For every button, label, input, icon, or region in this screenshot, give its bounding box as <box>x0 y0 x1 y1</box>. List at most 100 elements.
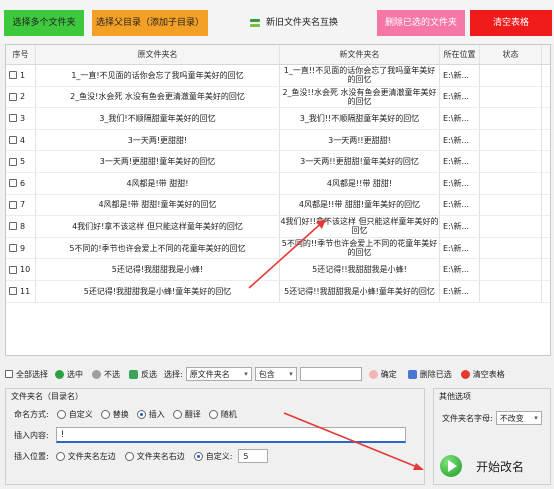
empty-cell <box>542 65 550 86</box>
radio-replace[interactable] <box>100 410 110 419</box>
radio-right-label: 文件夹名右边 <box>136 451 185 461</box>
custom-position-input[interactable]: 5 <box>238 449 269 463</box>
row-number: 3 <box>20 113 26 123</box>
row-checkbox[interactable] <box>9 136 17 145</box>
radio-custom[interactable] <box>56 410 66 419</box>
new-name-cell: 4风都是!!带 甜甜! <box>280 173 440 194</box>
folder-table[interactable]: 序号 原文件夹名 新文件夹名 所在位置 状态 1 1_一直!不见面的话你会忘了我吗… <box>5 44 551 356</box>
match-select[interactable]: 包含 ▾ <box>254 367 297 381</box>
radio-custom-pos-label: 自定义: <box>205 451 233 461</box>
other-options-title: 其他选项 <box>439 392 471 401</box>
select-parent-dir-button[interactable]: 选择父目录（添加子目录） <box>92 10 208 36</box>
field-select[interactable]: 原文件夹名 ▾ <box>185 367 252 381</box>
deselect-button[interactable]: 不选 <box>92 369 120 380</box>
insert-position-row: 插入位置: 文件夹名左边 文件夹名右边 自定义: 5 <box>14 449 269 463</box>
col-header-location[interactable]: 所在位置 <box>440 45 480 64</box>
table-row[interactable]: 2 2_鱼没!水会死 水没有鱼会更清澈童年美好的回忆 2_鱼没!!水会死 水没有鱼会… <box>6 86 550 109</box>
row-no-cell[interactable]: 2 <box>6 86 36 108</box>
table-row[interactable]: 9 5不同的!季节也许会爱上不同的花童年美好的回忆 5不同的!!季节也许会爱上不同的… <box>6 237 550 260</box>
row-checkbox[interactable] <box>9 157 17 166</box>
col-header-new[interactable]: 新文件夹名 <box>280 45 440 64</box>
col-header-orig[interactable]: 原文件夹名 <box>36 45 280 64</box>
row-no-cell[interactable]: 5 <box>6 151 36 172</box>
delete-selected-label: 删除已选 <box>419 369 452 379</box>
orig-name-cell: 4风都是!带 甜甜! <box>36 173 280 194</box>
select-checked-button[interactable]: 选中 <box>55 369 83 380</box>
table-row[interactable]: 5 3一天两!更甜甜!童年美好的回忆 3一天两!!更甜甜!童年美好的回忆 E:\新..… <box>6 151 550 173</box>
col-header-no[interactable]: 序号 <box>6 45 36 64</box>
select-folders-button[interactable]: 选择多个文件夹 <box>4 10 84 36</box>
row-no-cell[interactable]: 6 <box>6 173 36 194</box>
row-number: 5 <box>20 157 26 167</box>
new-name-cell: 1_一直!!不见面的话你会忘了我吗童年美好的回忆 <box>280 65 440 86</box>
row-no-cell[interactable]: 9 <box>6 237 36 259</box>
table-row[interactable]: 11 5还记得!我甜甜我是小蜂!童年美好的回忆 5还记得!!我甜甜我是小蜂!童年美好… <box>6 281 550 303</box>
swap-names-button[interactable]: 新旧文件夹名互换 <box>246 10 342 36</box>
row-no-cell[interactable]: 10 <box>6 259 36 280</box>
radio-translate[interactable] <box>172 410 182 419</box>
orig-name-cell: 3_我们!不顺隔甜童年美好的回忆 <box>36 108 280 129</box>
location-cell: E:\新... <box>440 65 480 86</box>
row-no-cell[interactable]: 11 <box>6 281 36 302</box>
orig-name-cell: 4风都是!带 甜甜!童年美好的回忆 <box>36 194 280 216</box>
row-checkbox[interactable] <box>9 265 17 274</box>
clear-table-button[interactable]: 清空表格 <box>470 10 552 36</box>
row-checkbox[interactable] <box>9 114 17 123</box>
start-rename-button[interactable]: 开始改名 <box>438 447 548 485</box>
radio-right[interactable] <box>124 451 134 461</box>
table-row[interactable]: 6 4风都是!带 甜甜! 4风都是!!带 甜甜! E:\新... <box>6 173 550 195</box>
status-cell <box>480 173 542 194</box>
letter-case-select[interactable]: 不改变 ▾ <box>495 411 542 425</box>
status-cell <box>480 151 542 172</box>
orig-name-cell: 2_鱼没!水会死 水没有鱼会更清澈童年美好的回忆 <box>36 86 280 108</box>
row-no-cell[interactable]: 3 <box>6 108 36 129</box>
row-checkbox[interactable] <box>9 179 17 188</box>
table-row[interactable]: 10 5还记得!我甜甜我是小蜂! 5还记得!!我甜甜我是小蜂! E:\新... <box>6 259 550 281</box>
radio-left[interactable] <box>55 451 65 461</box>
table-row[interactable]: 1 1_一直!不见面的话你会忘了我吗童年美好的回忆 1_一直!!不见面的话你会忘了我… <box>6 65 550 87</box>
empty-cell <box>542 108 550 129</box>
table-row[interactable]: 8 4我们好!拿不该这样 但只能这样童年美好的回忆 4我们好!!拿不该这样 但只能这… <box>6 216 550 238</box>
row-checkbox[interactable] <box>9 71 17 80</box>
orig-name-cell: 3一天两!更甜甜! <box>36 129 280 151</box>
row-checkbox[interactable] <box>9 244 17 253</box>
confirm-filter-button[interactable]: 确定 <box>368 369 397 380</box>
insert-position-label: 插入位置: <box>14 451 49 461</box>
row-checkbox[interactable] <box>9 287 17 296</box>
delete-selected-folders-button[interactable]: 删除已选的文件夹 <box>377 10 465 36</box>
radio-insert[interactable] <box>136 410 146 419</box>
select-all-checkbox[interactable]: 全部选择 <box>5 369 48 380</box>
filter-input[interactable] <box>299 367 362 381</box>
delete-selected-rows-button[interactable]: 删除已选 <box>407 369 452 380</box>
row-checkbox[interactable] <box>9 92 17 101</box>
row-no-cell[interactable]: 7 <box>6 194 36 216</box>
table-row[interactable]: 7 4风都是!带 甜甜!童年美好的回忆 4风都是!!带 甜甜!童年美好的回忆 E:\新… <box>6 194 550 217</box>
invert-selection-button[interactable]: 反选 <box>129 369 157 380</box>
row-no-cell[interactable]: 4 <box>6 129 36 151</box>
match-select-value: 包含 <box>258 369 275 379</box>
radio-random[interactable] <box>208 410 218 419</box>
new-name-cell: 3一天两!!更甜甜! <box>280 129 440 151</box>
col-header-status[interactable]: 状态 <box>480 45 542 64</box>
play-icon <box>440 455 462 477</box>
new-name-cell: 4我们好!!拿不该这样 但只能这样童年美好的回忆 <box>280 216 440 237</box>
insert-content-input[interactable]: ! <box>55 427 406 443</box>
status-cell <box>480 86 542 108</box>
clear-table-small-button[interactable]: 清空表格 <box>460 369 505 380</box>
row-checkbox[interactable] <box>9 200 17 209</box>
row-number: 1 <box>20 70 26 80</box>
row-no-cell[interactable]: 1 <box>6 65 36 86</box>
empty-cell <box>542 259 550 280</box>
select-all-box <box>5 370 13 378</box>
new-name-cell: 4风都是!!带 甜甜!童年美好的回忆 <box>280 194 440 216</box>
location-cell: E:\新... <box>440 108 480 129</box>
row-checkbox[interactable] <box>9 222 17 231</box>
table-row[interactable]: 3 3_我们!不顺隔甜童年美好的回忆 3_我们!!不顺隔甜童年美好的回忆 E:\新..… <box>6 108 550 130</box>
row-no-cell[interactable]: 8 <box>6 216 36 237</box>
table-row[interactable]: 4 3一天两!更甜甜! 3一天两!!更甜甜! E:\新... <box>6 129 550 152</box>
invert-label: 反选 <box>141 369 157 379</box>
radio-random-label: 随机 <box>220 410 237 419</box>
selection-bar: 全部选择 选中 不选 反选 选择: 原文件夹名 ▾ 包含 ▾ 确定 删除已选 清空表… <box>5 363 551 385</box>
new-name-cell: 5不同的!!季节也许会爱上不同的花童年美好的回忆 <box>280 237 440 259</box>
radio-custom-pos[interactable] <box>193 451 203 461</box>
